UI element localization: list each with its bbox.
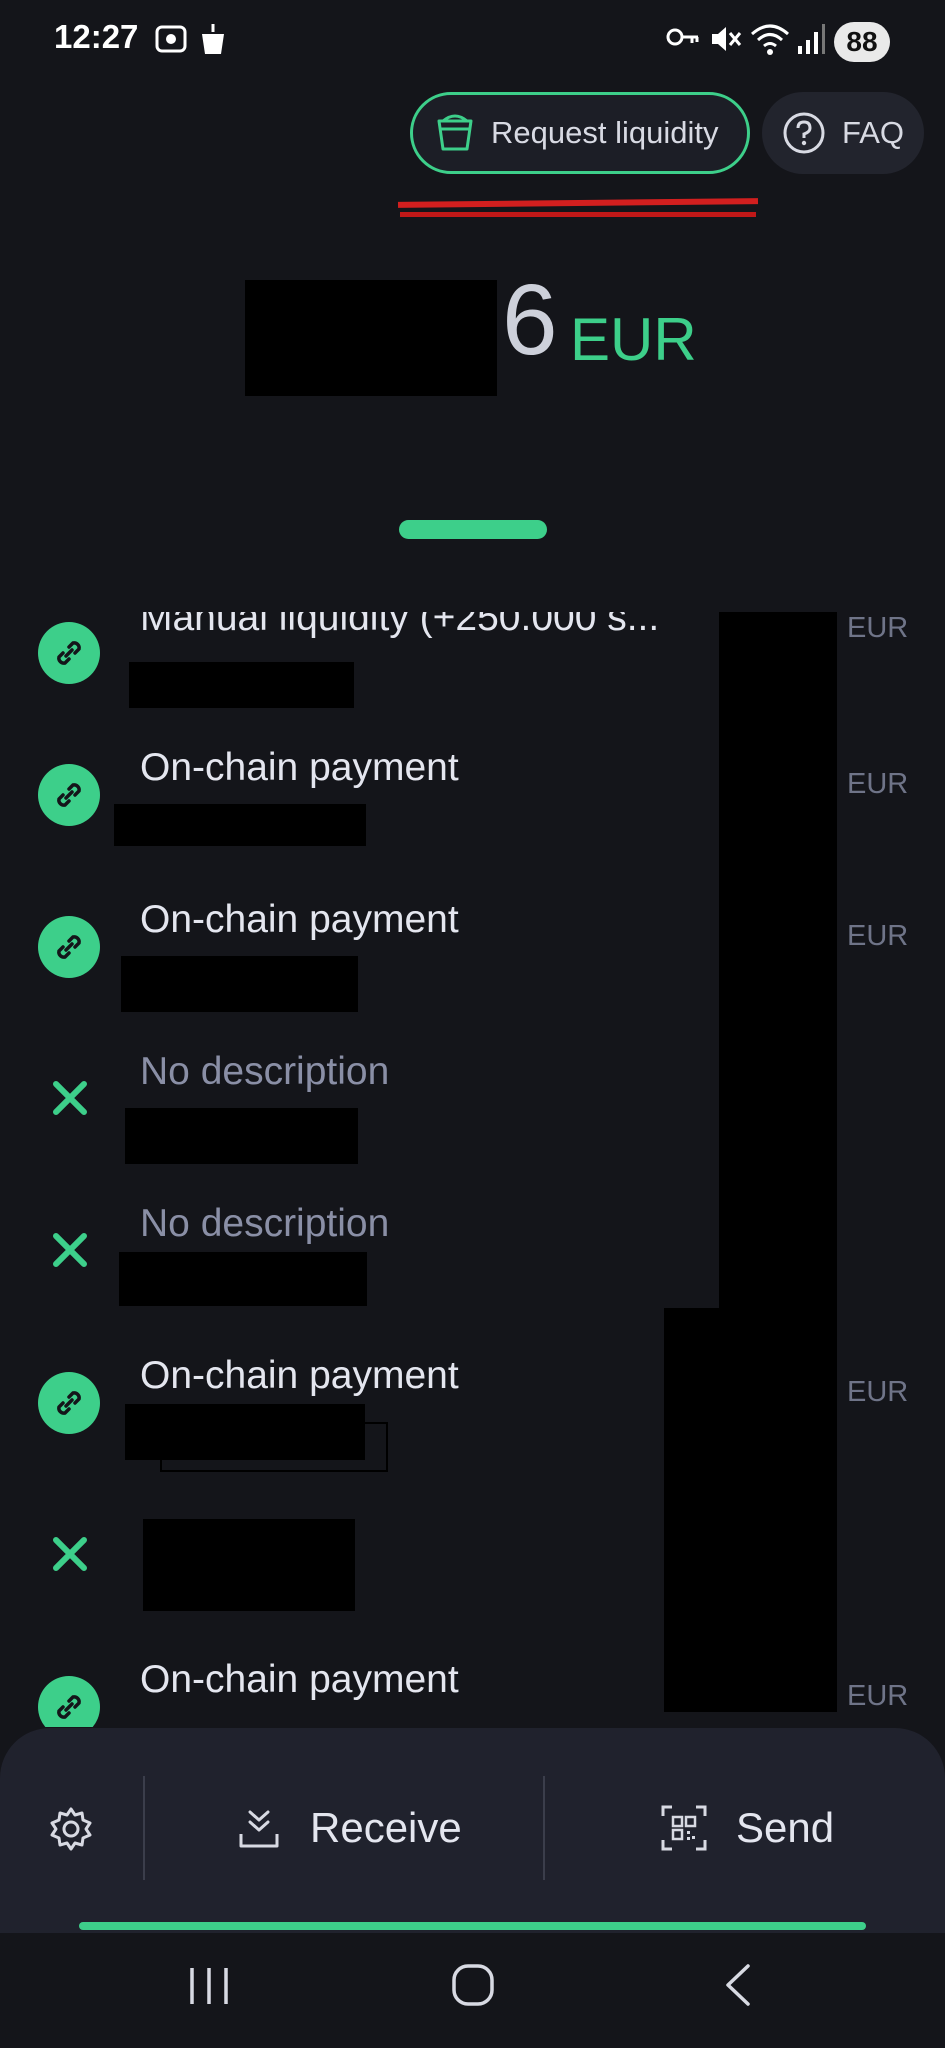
amount-redaction [129,662,354,708]
chain-link-icon [38,916,100,978]
divider [543,1776,545,1880]
amount-redaction [114,804,366,846]
chain-link-icon [38,764,100,826]
chain-link-icon [38,1676,100,1727]
qr-scan-icon[interactable] [660,1804,708,1852]
status-time: 12:27 [54,18,139,55]
cross-icon [53,1537,87,1571]
divider [143,1776,145,1880]
amount-column-redaction [664,1308,724,1712]
balance-amount: 6 [502,264,558,376]
receive-icon[interactable] [236,1806,282,1852]
settings-button[interactable] [48,1806,94,1852]
transaction-currency: EUR [847,920,909,952]
back-icon[interactable] [718,1962,758,2008]
battery-level: 88 [834,22,890,62]
gear-icon [50,1807,92,1851]
faq-label: FAQ [842,115,905,150]
transaction-title: On-chain payment [140,1658,459,1701]
send-button[interactable]: Send [736,1804,834,1852]
transaction-title: No description [140,1050,390,1093]
cross-icon [53,1081,87,1115]
transaction-title: On-chain payment [140,1354,459,1397]
transaction-currency: EUR [847,1376,909,1408]
transaction-list[interactable]: Manual liquidity (+250.000 s... EUR On-c… [0,612,945,1727]
transaction-currency: EUR [847,1680,909,1712]
screenshot-icon [155,25,187,53]
bucket-icon [437,114,473,151]
redaction-scribble [400,212,756,217]
cross-icon [53,1233,87,1267]
chain-link-icon [38,622,100,684]
request-liquidity-button[interactable]: Request liquidity [410,92,750,174]
amount-redaction [121,956,358,1012]
receive-button[interactable]: Receive [310,1804,462,1852]
transaction-title: On-chain payment [140,898,459,941]
amount-redaction [119,1252,367,1306]
wifi-icon [751,24,789,55]
transaction-title: On-chain payment [140,746,459,789]
transaction-title: No description [140,1202,390,1245]
key-icon [666,28,699,46]
transaction-currency: EUR [847,768,909,800]
chain-link-icon [38,1372,100,1434]
signal-icon [798,24,825,54]
balance-redaction [245,280,497,396]
mute-icon [712,27,742,51]
title-redaction [143,1519,355,1611]
drag-handle[interactable] [399,520,547,539]
transaction-title: Manual liquidity (+250.000 s... [140,612,660,639]
accent-underline [79,1922,866,1930]
recent-apps-icon[interactable] [186,1964,232,2008]
bucket-notification-icon [202,24,224,54]
help-icon [783,112,825,154]
balance-currency: EUR [570,306,697,373]
home-icon[interactable] [450,1962,496,2008]
transaction-currency: EUR [847,612,909,644]
amount-redaction [160,1422,388,1472]
faq-button[interactable]: FAQ [762,92,924,174]
request-liquidity-label: Request liquidity [491,115,719,150]
redaction-scribble [397,198,759,208]
amount-column-redaction [719,612,837,1712]
amount-redaction [125,1108,358,1164]
